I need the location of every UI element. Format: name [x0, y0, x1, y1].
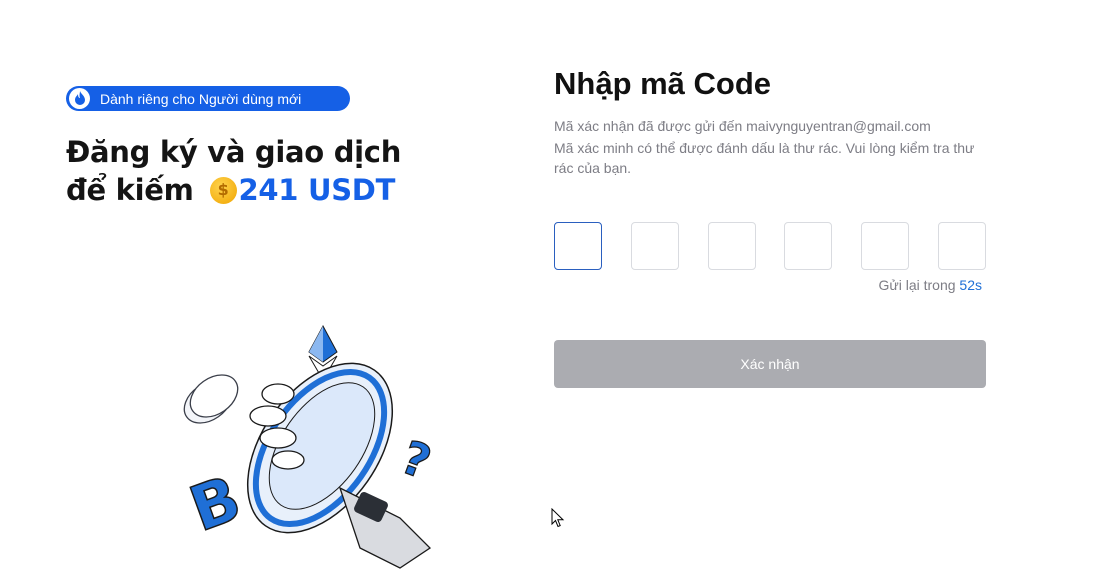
headline-line1: Đăng ký và giao dịch	[66, 135, 402, 169]
coin-icon: $	[209, 176, 237, 204]
resend-countdown: Gửi lại trong 52s	[554, 277, 982, 293]
code-input-group	[554, 222, 986, 270]
resend-label: Gửi lại trong	[878, 277, 956, 293]
megaphone-icon	[246, 362, 432, 569]
code-digit-5[interactable]	[861, 222, 910, 270]
coin-illustration-icon	[183, 374, 239, 424]
resend-timer: 52s	[959, 277, 982, 293]
badge-label: Dành riêng cho Người dùng mới	[100, 90, 302, 107]
megaphone-illustration: B ?	[180, 324, 439, 569]
sent-message: Mã xác nhận đã được gửi đến maivynguyent…	[554, 118, 931, 134]
code-digit-6[interactable]	[937, 222, 986, 270]
bitcoin-icon: B	[180, 460, 251, 546]
flame-icon	[69, 88, 90, 109]
code-digit-3[interactable]	[707, 222, 756, 270]
mouse-cursor-icon	[551, 508, 565, 528]
svg-text:?: ?	[394, 430, 438, 490]
svg-text:B: B	[181, 461, 250, 546]
spam-notice: Mã xác minh có thể được đánh dấu là thư …	[554, 140, 975, 176]
reward-amount: 241 USDT	[238, 173, 396, 207]
confirm-button[interactable]: Xác nhận	[554, 340, 986, 388]
verification-description: Mã xác nhận đã được gửi đến maivynguyent…	[554, 116, 984, 180]
code-digit-4[interactable]	[784, 222, 833, 270]
question-mark-icon: ?	[394, 429, 439, 490]
promo-headline: Đăng ký và giao dịch để kiếm $ 241 USDT	[66, 133, 486, 209]
new-user-badge: Dành riêng cho Người dùng mới	[66, 86, 350, 111]
promo-panel: Dành riêng cho Người dùng mới Đăng ký và…	[0, 0, 520, 584]
headline-line2-prefix: để kiếm	[66, 173, 194, 207]
code-digit-2[interactable]	[630, 222, 679, 270]
code-digit-1[interactable]	[554, 222, 602, 270]
page-title: Nhập mã Code	[554, 66, 772, 101]
